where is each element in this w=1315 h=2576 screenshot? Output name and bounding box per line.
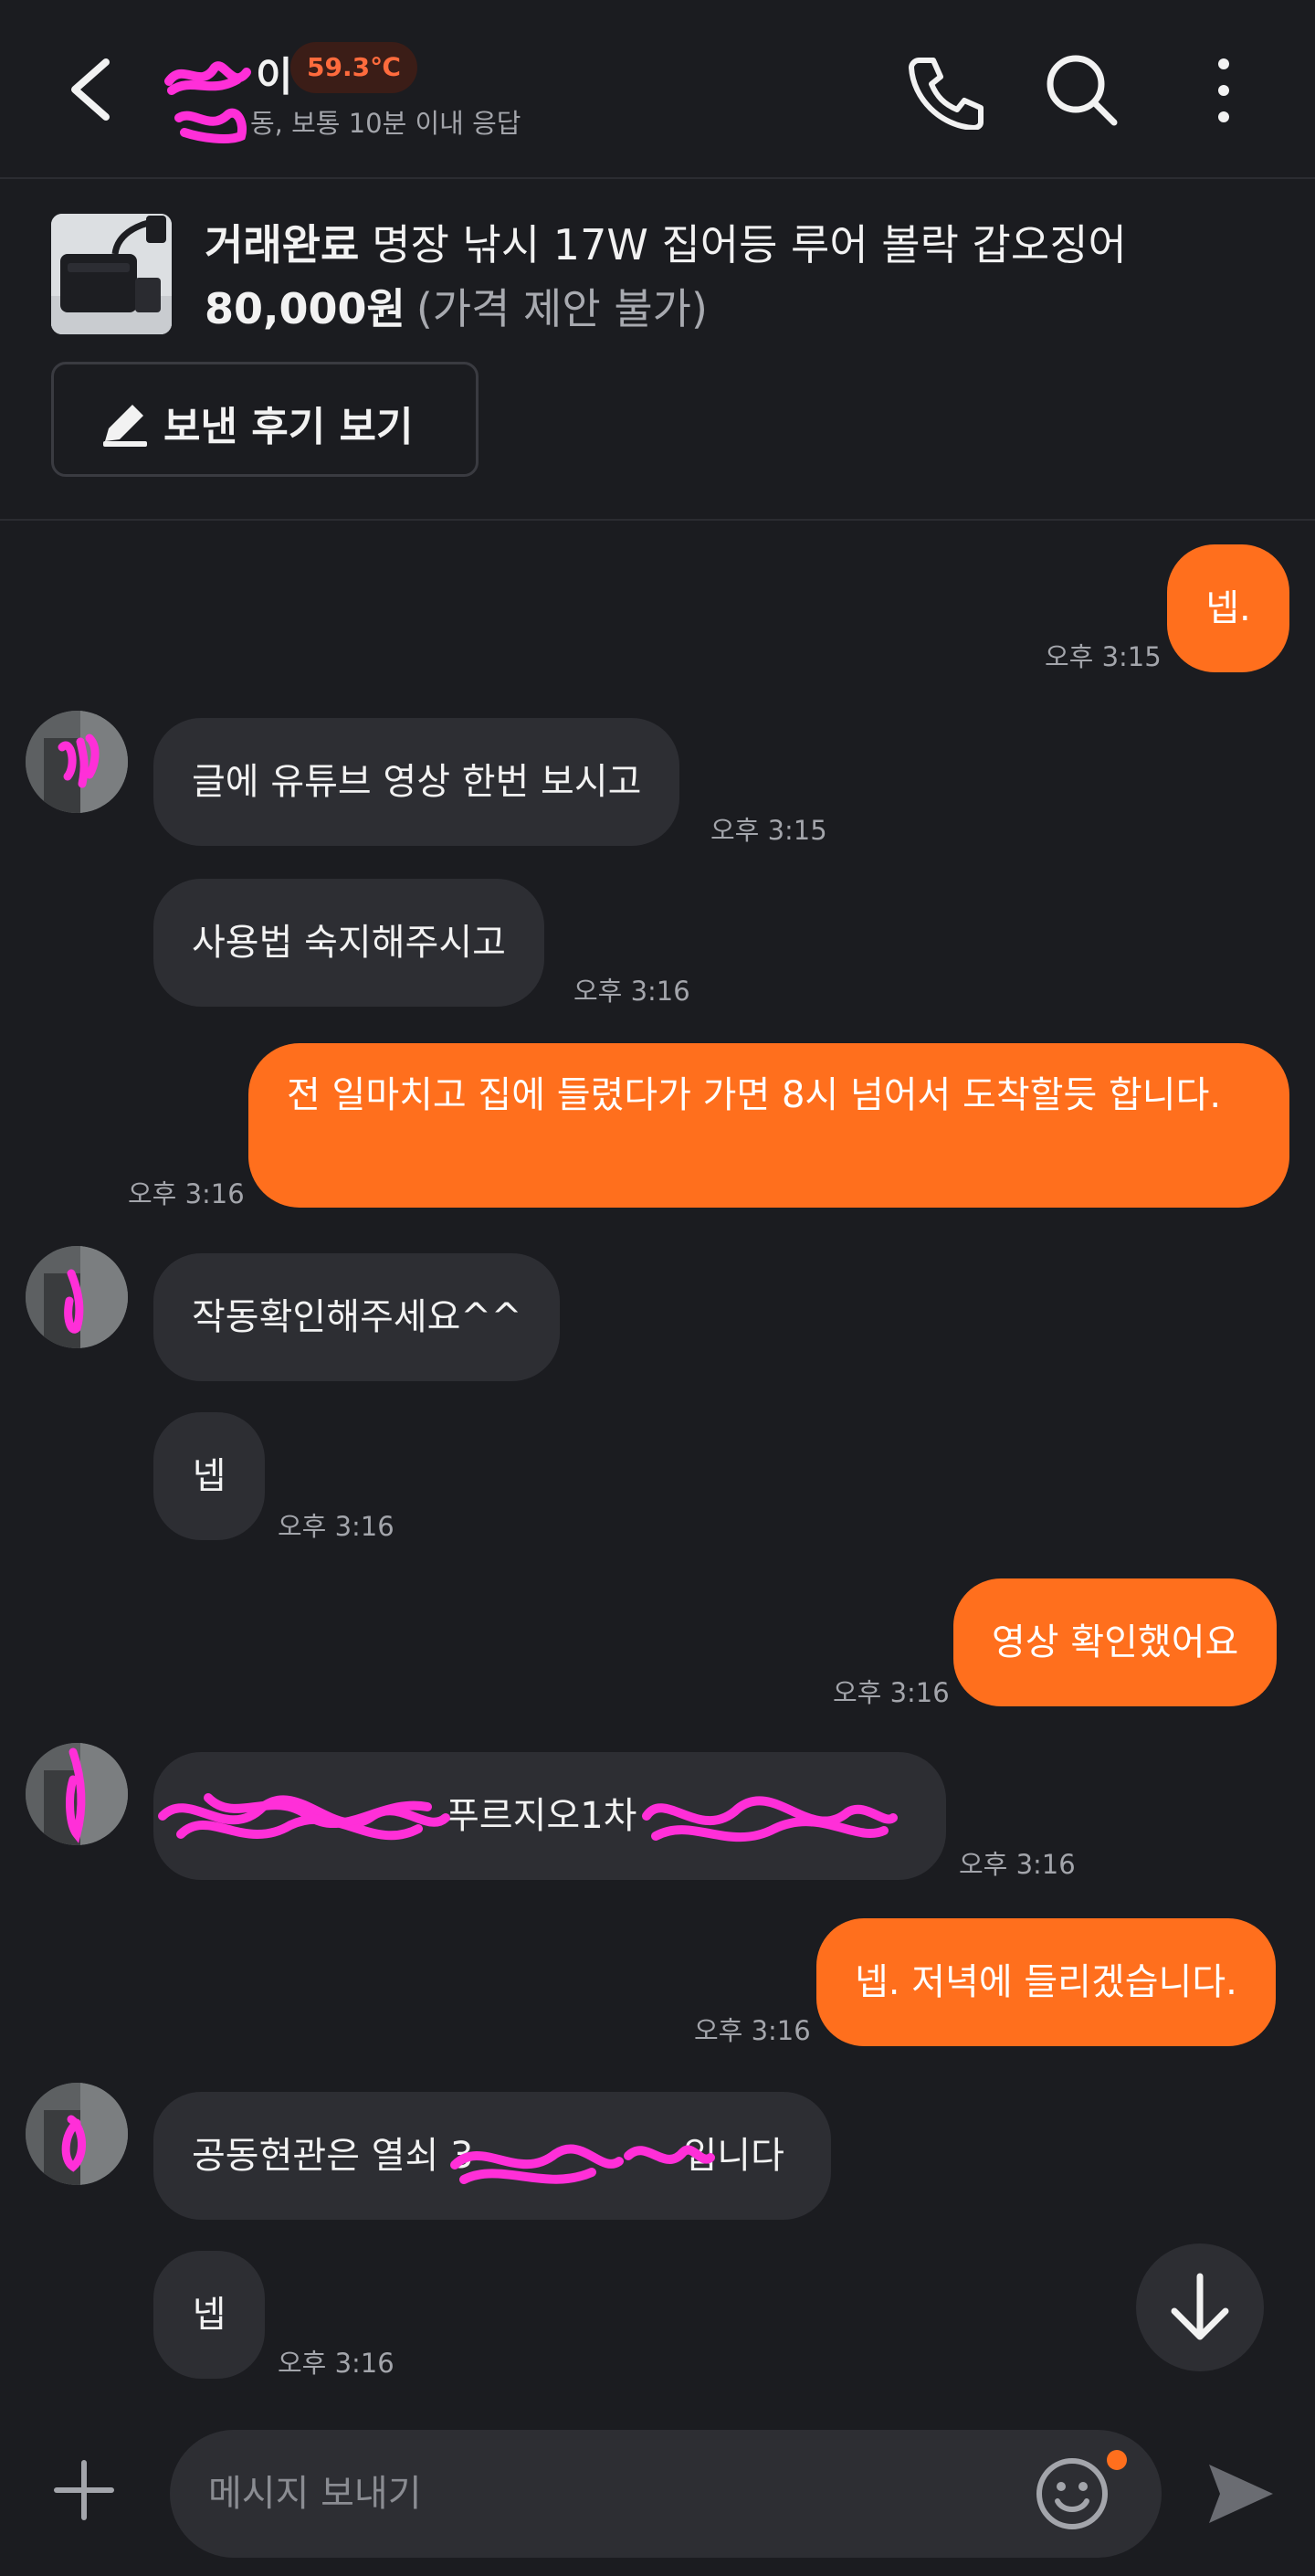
message-input[interactable] <box>170 2430 1162 2558</box>
incoming-message[interactable]: 작동확인해주세요^^ <box>153 1253 561 1381</box>
pencil-icon <box>103 405 147 447</box>
smile-icon <box>1036 2458 1108 2529</box>
trade-status: 거래완료 <box>205 220 360 269</box>
product-title-line: 거래완료 명장 낚시 17W 집어등 루어 볼락 갑오징어 <box>205 212 1127 272</box>
message-time: 오후 3:15 <box>1045 641 1162 672</box>
view-sent-review-button[interactable]: 보낸 후기 보기 <box>51 362 479 477</box>
incoming-message[interactable]: 푸르지오1차 <box>153 1752 946 1880</box>
partner-name: 이 <box>164 44 292 105</box>
incoming-message[interactable]: 글에 유튜브 영상 한번 보시고 <box>153 718 680 846</box>
manner-temperature-badge: 59.3℃ <box>290 42 417 93</box>
incoming-message[interactable]: 넵 <box>153 1412 265 1540</box>
incoming-message[interactable]: 공동현관은 열쇠 3 입니다 <box>153 2092 831 2220</box>
message-text: 공동현관은 열쇠 3 <box>192 2135 474 2177</box>
message-time: 오후 3:16 <box>959 1849 1076 1880</box>
avatar[interactable] <box>26 1246 128 1348</box>
back-button[interactable] <box>55 46 128 133</box>
avatar[interactable] <box>26 1743 128 1845</box>
review-button-label: 보낸 후기 보기 <box>163 404 414 450</box>
outgoing-message[interactable]: 넵. 저녁에 들리겠습니다. <box>816 1918 1276 2046</box>
message-time: 오후 3:16 <box>694 2015 811 2046</box>
redaction-scribble <box>174 108 247 143</box>
message-time: 오후 3:16 <box>278 2348 394 2379</box>
back-arrow-icon <box>71 58 110 121</box>
avatar-image <box>26 711 128 813</box>
response-time-subtitle: 동, 보통 10분 이내 응답 <box>174 102 521 145</box>
message-time: 오후 3:16 <box>833 1677 950 1708</box>
message-time: 오후 3:16 <box>573 976 690 1007</box>
product-image <box>51 214 172 334</box>
message-time: 오후 3:16 <box>128 1178 245 1209</box>
product-price-line: 80,000원 (가격 제안 불가) <box>205 276 708 336</box>
avatar-image <box>26 1743 128 1845</box>
product-price: 80,000원 <box>205 284 405 333</box>
more-vertical-icon <box>1218 58 1229 122</box>
scroll-to-bottom-button[interactable] <box>1136 2243 1264 2371</box>
search-button[interactable] <box>1041 49 1123 132</box>
arrow-down-icon <box>1171 2273 1229 2340</box>
search-icon <box>1047 55 1118 126</box>
price-note: (가격 제안 불가) <box>416 284 708 333</box>
avatar-image <box>26 1246 128 1348</box>
incoming-message[interactable]: 넵 <box>153 2251 265 2379</box>
outgoing-message[interactable]: 넵. <box>1167 544 1289 672</box>
phone-icon <box>909 58 984 131</box>
product-title: 명장 낚시 17W 집어등 루어 볼락 갑오징어 <box>372 220 1127 269</box>
avatar[interactable] <box>26 2083 128 2185</box>
emoji-button[interactable] <box>1034 2455 1110 2532</box>
message-time: 오후 3:15 <box>710 815 827 846</box>
outgoing-message[interactable]: 영상 확인했어요 <box>953 1578 1278 1706</box>
attach-button[interactable] <box>51 2454 117 2527</box>
notification-dot <box>1107 2450 1127 2470</box>
redaction-scribble <box>450 2144 715 2184</box>
redaction-scribble <box>164 61 251 95</box>
send-icon <box>1209 2465 1273 2523</box>
avatar-image <box>26 2083 128 2185</box>
outgoing-message[interactable]: 전 일마치고 집에 들렸다가 가면 8시 넘어서 도착할듯 합니다. <box>248 1043 1289 1208</box>
incoming-message[interactable]: 사용법 숙지해주시고 <box>153 879 544 1007</box>
avatar[interactable] <box>26 711 128 813</box>
send-button[interactable] <box>1202 2455 1278 2532</box>
redaction-scribble <box>158 1793 898 1842</box>
product-thumbnail[interactable] <box>51 214 172 334</box>
more-options-button[interactable] <box>1196 49 1251 132</box>
plus-icon <box>54 2460 114 2520</box>
message-time: 오후 3:16 <box>278 1511 394 1542</box>
call-button[interactable] <box>904 53 986 131</box>
